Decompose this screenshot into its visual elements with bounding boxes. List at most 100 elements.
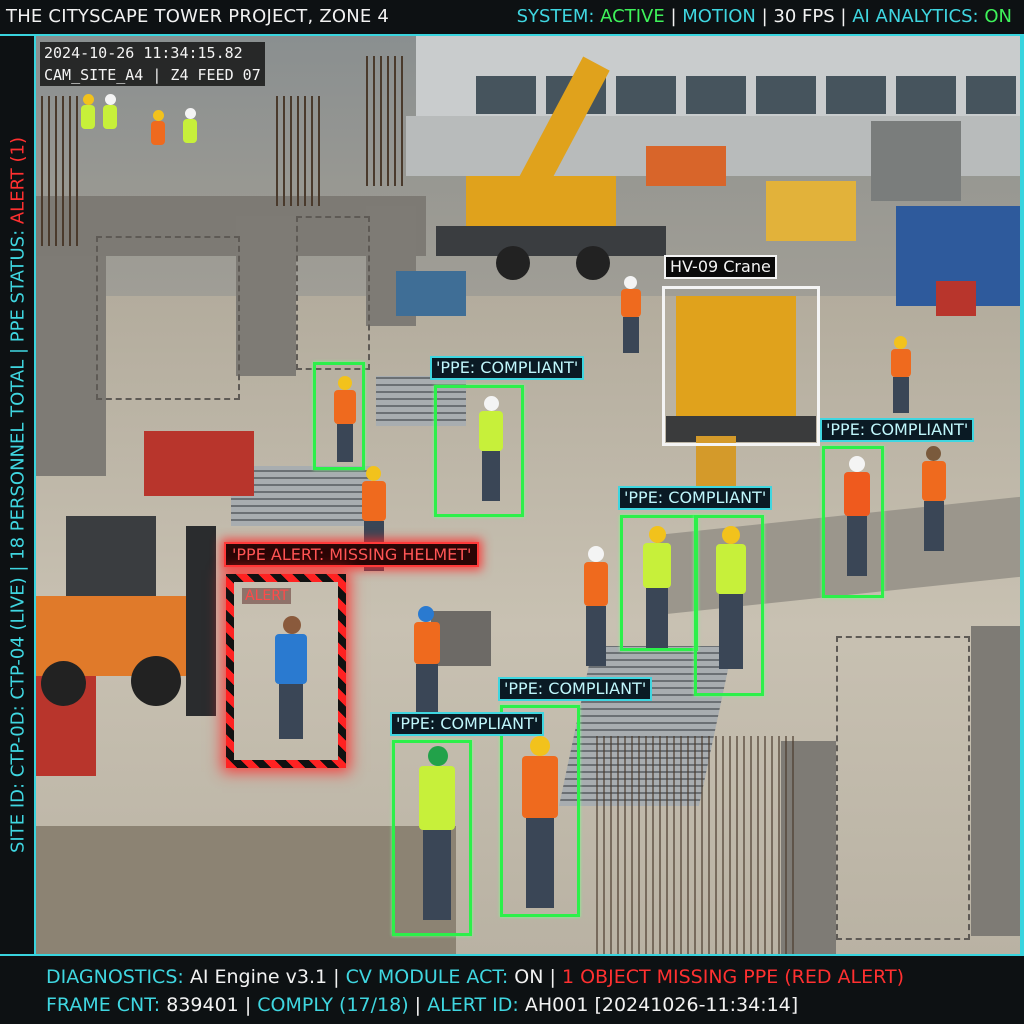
ppe-compliant-label: 'PPE: COMPLIANT' — [820, 418, 975, 442]
safety-vest — [151, 121, 165, 145]
hard-hat — [894, 336, 907, 349]
ai-analytics-value: ON — [984, 6, 1012, 27]
site-id: SITE ID: CTP-0D: CTP-04 (LIVE) — [7, 577, 29, 854]
alert-id-label: ALERT ID: — [427, 994, 519, 1016]
safety-vest — [81, 105, 95, 129]
frame-count-label: FRAME CNT: — [46, 994, 161, 1016]
separator: | — [664, 6, 683, 27]
worker-group-upper-deck — [81, 94, 201, 174]
hard-hat — [153, 110, 164, 121]
safety-vest — [922, 461, 946, 501]
motion-indicator: MOTION — [682, 6, 756, 27]
crane-wheel — [576, 246, 610, 280]
rebar-column — [276, 96, 321, 206]
separator: | — [755, 6, 774, 27]
bottom-diagnostics-bar: DIAGNOSTICS: AI Engine v3.1 | CV MODULE … — [0, 954, 1024, 1024]
forklift-wheel — [41, 661, 86, 706]
scaffolding — [296, 216, 370, 370]
separator: | — [834, 6, 853, 27]
safety-vest — [103, 105, 117, 129]
worker-legs — [924, 501, 944, 551]
sidebar-vertical-text: SITE ID: CTP-0D: CTP-04 (LIVE) | 18 PERS… — [8, 137, 29, 853]
separator: | — [543, 966, 562, 988]
worker-figure — [886, 336, 916, 416]
system-status: SYSTEM: ACTIVE | MOTION | 30 FPS | AI AN… — [517, 6, 1012, 27]
separator: | — [7, 559, 29, 578]
hard-hat — [624, 276, 637, 289]
red-debris-bin — [144, 431, 254, 496]
ppe-compliant-box[interactable] — [500, 705, 580, 917]
right-frame-edge — [1020, 36, 1024, 954]
equipment-label: HV-09 Crane — [664, 255, 777, 279]
cv-module-value: ON — [508, 966, 544, 988]
separator: | — [408, 994, 428, 1016]
camera-id: CAM_SITE_A4 | Z4 FEED 07 — [44, 66, 261, 84]
forklift-mast — [186, 526, 216, 716]
small-excavator — [646, 146, 726, 186]
frame-count-value: 839401 — [160, 994, 239, 1016]
ppe-compliant-label: 'PPE: COMPLIANT' — [430, 356, 585, 380]
worker-legs — [623, 317, 639, 353]
concrete-pillar — [971, 626, 1020, 936]
equipment-detection-box[interactable] — [662, 286, 820, 446]
rebar-column — [366, 56, 406, 186]
diagnostics-label: DIAGNOSTICS: — [46, 966, 184, 988]
safety-vest — [621, 289, 641, 317]
site-shed — [871, 121, 961, 201]
ppe-compliant-label: 'PPE: COMPLIANT' — [390, 712, 545, 736]
ppe-compliant-box[interactable] — [620, 515, 698, 651]
feed-timestamp: 2024-10-26 11:34:15.82 — [44, 44, 243, 62]
separator: | — [7, 342, 29, 360]
alert-tag: ALERT — [242, 588, 292, 604]
ppe-status-label: PPE STATUS: — [7, 224, 29, 343]
ppe-compliant-box[interactable] — [694, 515, 764, 696]
worker-legs — [586, 606, 606, 666]
diagnostics-line: DIAGNOSTICS: AI Engine v3.1 | CV MODULE … — [46, 966, 904, 988]
ai-analytics-label: AI ANALYTICS: — [852, 6, 979, 27]
worker-figure — [916, 446, 952, 556]
worker-legs — [893, 377, 909, 413]
ppe-compliant-box[interactable] — [392, 740, 472, 936]
generator-unit — [396, 271, 466, 316]
scaffolding — [836, 636, 970, 940]
material-crate — [936, 281, 976, 316]
rebar-mesh — [596, 736, 796, 954]
ppe-compliant-box[interactable] — [434, 385, 524, 517]
safety-vest — [183, 119, 197, 143]
worker-legs — [416, 664, 438, 712]
safety-vest — [891, 349, 911, 377]
loader-vehicle — [766, 181, 856, 241]
alert-id-value: AH001 [20241026-11:34:14] — [518, 994, 799, 1016]
missing-ppe-alert: 1 OBJECT MISSING PPE (RED ALERT) — [561, 966, 904, 988]
safety-vest — [414, 622, 440, 664]
frame-info-line: FRAME CNT: 839401 | COMPLY (17/18) | ALE… — [46, 994, 798, 1016]
system-value: ACTIVE — [600, 6, 665, 27]
worker-figure — [406, 606, 446, 716]
hard-hat — [588, 546, 604, 562]
safety-vest — [584, 562, 608, 606]
fps-readout: 30 FPS — [773, 6, 835, 27]
ppe-status-value: ALERT (1) — [7, 136, 29, 225]
hard-hat — [418, 606, 434, 622]
ppe-alert-label: 'PPE ALERT: MISSING HELMET' — [224, 542, 480, 567]
separator: | — [238, 994, 258, 1016]
safety-vest — [362, 481, 386, 521]
scaffolding — [96, 236, 240, 400]
diagnostics-value: AI Engine v3.1 — [183, 966, 328, 988]
ppe-compliant-box[interactable] — [822, 446, 884, 598]
left-info-sidebar: SITE ID: CTP-0D: CTP-04 (LIVE) | 18 PERS… — [0, 36, 36, 954]
system-label: SYSTEM: — [516, 6, 595, 27]
personnel-total: 18 PERSONNEL TOTAL — [7, 359, 29, 560]
top-status-bar: THE CITYSCAPE TOWER PROJECT, ZONE 4 SYST… — [0, 0, 1024, 36]
ppe-compliant-label: 'PPE: COMPLIANT' — [498, 677, 653, 701]
cv-module-label: CV MODULE ACT: — [345, 966, 509, 988]
comply-count: COMPLY (17/18) — [257, 994, 409, 1016]
crane-chassis — [436, 226, 666, 256]
crane-wheel — [496, 246, 530, 280]
forklift-wheel — [131, 656, 181, 706]
worker-figure — [616, 276, 646, 356]
hard-hat — [105, 94, 116, 105]
rebar-column — [41, 96, 81, 246]
hard-hat — [366, 466, 381, 481]
ppe-compliant-box[interactable] — [313, 362, 365, 470]
